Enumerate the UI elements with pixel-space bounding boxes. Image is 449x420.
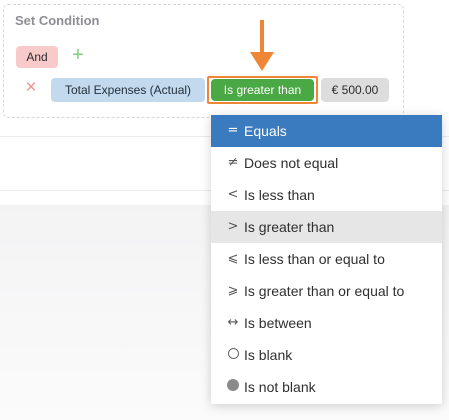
greater-or-equal-icon: ⩾	[227, 283, 239, 298]
dropdown-option-label: Does not equal	[244, 155, 339, 171]
filled-circle-icon	[225, 371, 241, 403]
dropdown-option-does-not-equal[interactable]: ≠ Does not equal	[211, 147, 442, 179]
dropdown-option-greater-or-equal[interactable]: ⩾ Is greater than or equal to	[211, 275, 442, 307]
less-or-equal-icon: ⩽	[227, 251, 239, 266]
dropdown-option-not-blank[interactable]: Is not blank	[211, 371, 442, 403]
equals-icon: =	[227, 123, 239, 138]
dropdown-option-label: Equals	[244, 123, 287, 139]
close-icon[interactable]: ✕	[23, 79, 39, 97]
dropdown-option-label: Is blank	[244, 347, 293, 363]
condition-field-chip[interactable]: Total Expenses (Actual)	[51, 78, 205, 102]
arrow-down-icon	[250, 20, 274, 71]
set-condition-title: Set Condition	[15, 13, 100, 28]
condition-value-chip[interactable]: € 500.00	[321, 78, 389, 102]
operator-dropdown-menu: = Equals ≠ Does not equal < Is less than…	[211, 115, 442, 404]
dropdown-option-label: Is greater than	[244, 219, 335, 235]
greater-than-icon: >	[227, 219, 239, 234]
dropdown-option-greater-than[interactable]: > Is greater than	[211, 211, 442, 243]
dropdown-option-less-or-equal[interactable]: ⩽ Is less than or equal to	[211, 243, 442, 275]
dropdown-option-between[interactable]: ↔ Is between	[211, 307, 442, 339]
dropdown-option-label: Is greater than or equal to	[244, 283, 405, 299]
blank-circle-icon	[225, 339, 241, 371]
dropdown-option-label: Is less than	[244, 187, 315, 203]
between-icon: ↔	[227, 315, 239, 330]
logic-operator-chip[interactable]: And	[16, 46, 58, 68]
plus-icon[interactable]: +	[71, 44, 85, 66]
not-equal-icon: ≠	[227, 155, 239, 170]
dropdown-option-label: Is not blank	[244, 379, 316, 395]
dropdown-option-label: Is between	[244, 315, 312, 331]
condition-operator-chip[interactable]: Is greater than	[211, 79, 314, 101]
dropdown-option-blank[interactable]: Is blank	[211, 339, 442, 371]
dropdown-option-less-than[interactable]: < Is less than	[211, 179, 442, 211]
dropdown-option-equals[interactable]: = Equals	[211, 115, 442, 147]
dropdown-option-label: Is less than or equal to	[244, 251, 385, 267]
less-than-icon: <	[227, 187, 239, 202]
